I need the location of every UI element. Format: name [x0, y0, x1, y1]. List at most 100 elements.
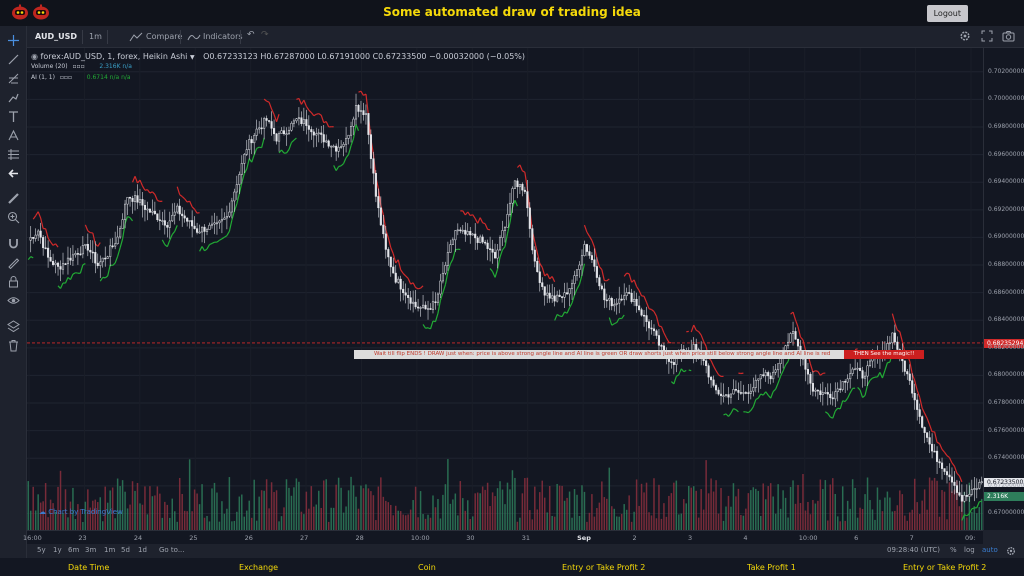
crosshair-icon[interactable]: [7, 34, 20, 47]
ai-line-segment: [251, 154, 255, 163]
candle-body: [960, 494, 963, 502]
candle-body: [143, 204, 146, 210]
compare-icon[interactable]: [129, 32, 143, 42]
volume-bar: [419, 491, 422, 530]
fib-tool-icon[interactable]: [7, 72, 20, 85]
volume-bar: [926, 509, 928, 530]
trash-icon[interactable]: [7, 339, 20, 352]
settings-icon[interactable]: [959, 30, 971, 42]
logout-button[interactable]: Logout: [926, 5, 968, 22]
candle-body: [330, 145, 333, 148]
zoom-in-icon[interactable]: [7, 211, 20, 224]
ai-line-segment: [573, 288, 578, 296]
candle-body: [575, 269, 579, 276]
range-1y[interactable]: 1y: [53, 546, 62, 554]
ai-line-segment: [688, 369, 692, 372]
range-1d[interactable]: 1d: [138, 546, 147, 554]
ruler-icon[interactable]: [7, 192, 20, 205]
volume-study-label[interactable]: Volume (20): [31, 63, 68, 70]
log-toggle[interactable]: log: [964, 546, 975, 554]
range-6m[interactable]: 6m: [68, 546, 79, 554]
ai-line-segment: [601, 269, 605, 281]
study-controls[interactable]: ▫▫▫: [60, 74, 82, 81]
candle-body: [752, 387, 755, 392]
ai-line-segment: [710, 360, 715, 367]
magnet-icon[interactable]: [7, 237, 20, 250]
stay-drawing-icon[interactable]: [7, 256, 20, 269]
time-tick-label: 09:: [965, 534, 976, 542]
candle-body: [938, 461, 941, 464]
time-axis[interactable]: 16:00 23 24 25 26 27 28 10:00 30 31 Sep 2 3 4 10:00 6 7 0…: [23, 530, 983, 544]
series-visibility-icon[interactable]: ◉: [31, 52, 38, 61]
indicators-icon[interactable]: [187, 32, 201, 42]
fullscreen-icon[interactable]: [981, 30, 993, 42]
volume-bar: [514, 477, 516, 530]
ai-line-segment: [492, 271, 496, 278]
volume-bar: [760, 515, 762, 530]
candle-body: [940, 462, 944, 469]
compare-button[interactable]: Compare: [146, 32, 182, 41]
tradingview-watermark[interactable]: ☁ Chart by TradingView: [39, 508, 123, 516]
candle-body: [357, 105, 360, 112]
ai-line-segment: [40, 217, 44, 229]
auto-toggle[interactable]: auto: [982, 546, 998, 554]
symbol-search[interactable]: AUD_USD: [35, 32, 77, 41]
candle-body: [633, 298, 636, 302]
volume-bar: [556, 483, 558, 530]
ai-line-segment: [402, 272, 407, 277]
brush-icon[interactable]: [7, 91, 20, 104]
volume-bar: [792, 480, 794, 530]
candle-body: [128, 196, 132, 199]
volume-bar: [603, 497, 606, 530]
ai-study-label[interactable]: AI (1, 1): [31, 74, 55, 81]
price-tick-label: 0.69000000: [988, 233, 1024, 241]
lock-icon[interactable]: [7, 275, 20, 288]
volume-bar: [231, 521, 233, 530]
chart-pane[interactable]: ◉ forex:AUD_USD, 1, forex, Heikin Ashi ▼…: [27, 48, 983, 530]
volume-bar: [563, 500, 566, 530]
undo-icon[interactable]: ↶: [247, 30, 255, 40]
text-tool-icon[interactable]: [7, 110, 20, 123]
chevron-down-icon[interactable]: ▼: [190, 54, 195, 61]
candle-body: [268, 120, 271, 122]
candle-body: [598, 277, 601, 287]
volume-bar: [392, 515, 395, 530]
interval-button[interactable]: 1m: [89, 32, 102, 41]
layers-icon[interactable]: [7, 320, 20, 333]
clock[interactable]: 09:28:40 (UTC): [887, 546, 940, 554]
ai-line-segment: [422, 324, 427, 329]
volume-bar: [295, 478, 298, 530]
trend-line-icon[interactable]: [7, 53, 20, 66]
camera-icon[interactable]: [1002, 30, 1015, 42]
candle-body: [861, 370, 864, 379]
prediction-icon[interactable]: [7, 148, 20, 161]
ai-line-segment: [872, 376, 876, 379]
ai-line-segment: [405, 275, 409, 279]
study-controls[interactable]: ▫▫▫: [72, 63, 94, 70]
ai-line-segment: [400, 269, 404, 274]
candle-body: [422, 304, 425, 308]
goto-date-button[interactable]: Go to...: [159, 546, 185, 554]
range-3m[interactable]: 3m: [85, 546, 96, 554]
ai-line-segment: [407, 278, 412, 285]
range-5d[interactable]: 5d: [121, 546, 130, 554]
back-arrow-icon[interactable]: [7, 167, 20, 180]
price-axis[interactable]: 0.68235294 0.67233500 2.316K 0.70200000 0…: [983, 48, 1024, 530]
indicators-button[interactable]: Indicators: [203, 32, 243, 41]
price-chart[interactable]: [27, 48, 983, 530]
redo-icon[interactable]: ↷: [261, 30, 269, 40]
eye-icon[interactable]: [7, 294, 20, 307]
pattern-icon[interactable]: [7, 129, 20, 142]
range-1m[interactable]: 1m: [104, 546, 115, 554]
settings-icon[interactable]: [1006, 546, 1016, 556]
candle-body: [538, 271, 541, 283]
range-5y[interactable]: 5y: [37, 546, 46, 554]
candle-body: [146, 208, 149, 211]
ai-line-segment: [606, 278, 610, 282]
percent-toggle[interactable]: %: [950, 546, 957, 554]
volume-bar: [491, 492, 494, 530]
volume-bar: [121, 480, 124, 530]
volume-bar: [501, 489, 504, 530]
volume-bar: [648, 512, 650, 530]
column-take-profit-1: Take Profit 1: [747, 563, 796, 572]
